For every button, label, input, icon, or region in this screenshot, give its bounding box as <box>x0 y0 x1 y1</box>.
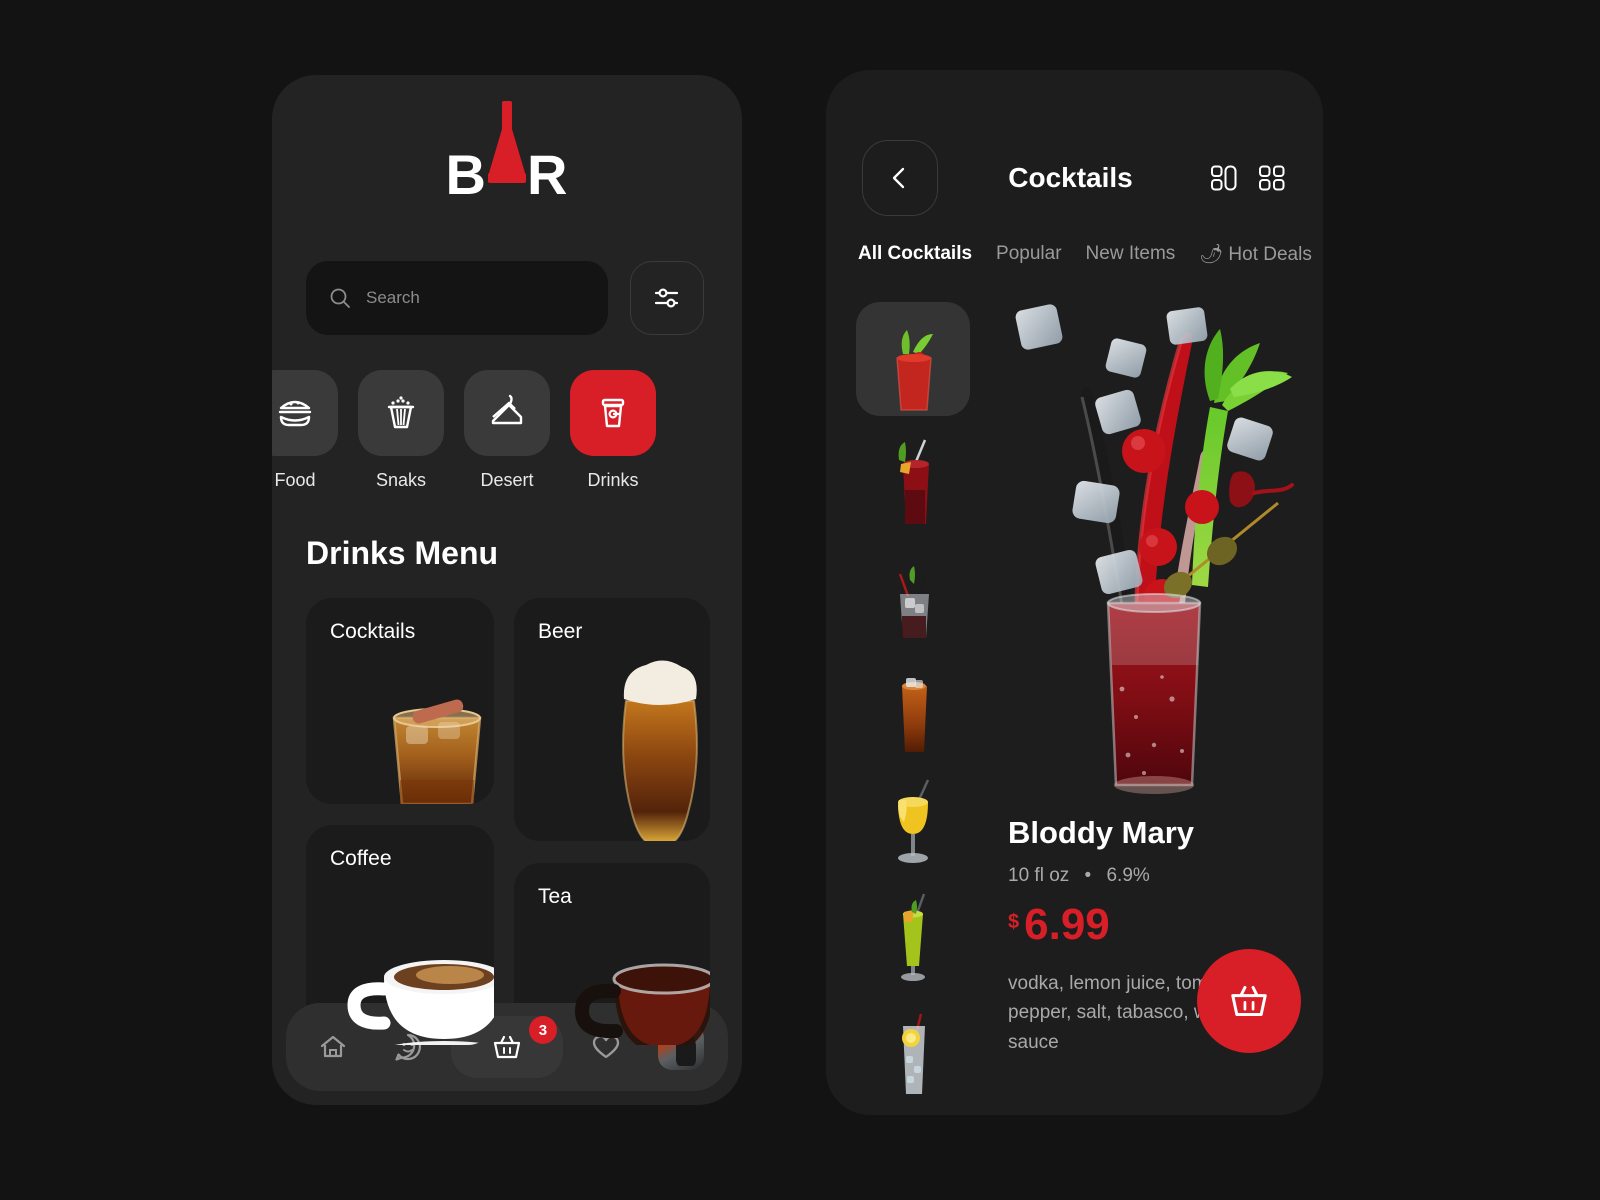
chili-pepper-icon: 🌶 <box>1199 244 1224 265</box>
thumbnail-cola-glass[interactable] <box>856 644 970 758</box>
page-title: Cocktails <box>1008 162 1133 193</box>
meta-separator: • <box>1084 865 1092 886</box>
add-to-cart-button[interactable] <box>1197 949 1301 1053</box>
menu-card-beer[interactable]: Beer <box>514 598 710 841</box>
thumbnail-green-tall[interactable] <box>856 872 970 986</box>
product-name: Bloddy Mary <box>1008 815 1195 850</box>
phone-right-screen: Cocktails All Cocktails Popular New Item… <box>826 70 1323 1115</box>
phone-left-screen: B A R Search <box>272 75 742 1105</box>
layout-view-icon[interactable] <box>1209 163 1239 193</box>
bloody-mary-thumb-image <box>896 330 933 411</box>
tab-popular[interactable]: Popular <box>996 243 1062 265</box>
beer-glass-image <box>622 660 698 841</box>
filter-tabs: All Cocktails Popular New Items 🌶 Hot Dea… <box>858 242 1323 266</box>
category-tab-food[interactable]: Food <box>272 370 338 491</box>
cola-glass-thumb-image <box>902 678 927 752</box>
category-label-food: Food <box>274 470 316 490</box>
lemon-soda-thumb-image <box>902 1013 925 1094</box>
price-amount: 6.99 <box>1024 900 1110 949</box>
logo-letter-r: R <box>527 143 569 206</box>
tab-new-items[interactable]: New Items <box>1086 243 1176 265</box>
tab-all-cocktails[interactable]: All Cocktails <box>858 243 972 265</box>
product-volume: 10 fl oz <box>1008 865 1070 886</box>
cake-icon <box>491 394 523 425</box>
category-tab-snaks[interactable]: Snaks <box>358 370 444 491</box>
filter-button[interactable] <box>630 261 704 335</box>
basket-icon <box>1231 985 1267 1017</box>
cup-icon <box>601 398 625 428</box>
red-highball-thumb-image <box>898 439 929 524</box>
view-toggle-group <box>1209 163 1287 193</box>
thumbnail-bloody-mary[interactable] <box>856 302 970 416</box>
menu-card-label: Tea <box>538 885 572 908</box>
category-label-snaks: Snaks <box>375 470 427 490</box>
back-button[interactable] <box>862 140 938 216</box>
app-logo: B A R <box>272 101 742 220</box>
menu-card-cocktails[interactable]: Cocktails <box>306 598 494 804</box>
menu-card-label: Cocktails <box>330 620 416 643</box>
product-price: $ 6.99 <box>1008 903 1308 947</box>
hero-product-image <box>986 285 1316 805</box>
thumbnail-lemon-soda[interactable] <box>856 986 970 1100</box>
tab-hot-deals-label: Hot Deals <box>1228 244 1312 265</box>
product-abv: 6.9% <box>1106 865 1150 886</box>
rocks-glass-thumb-image <box>898 566 930 638</box>
logo-letter-b: B <box>445 143 487 206</box>
thumbnail-strip <box>856 302 970 1100</box>
category-label-desert: Desert <box>480 470 534 490</box>
basket-icon <box>493 1035 521 1059</box>
burger-icon <box>278 400 312 427</box>
menu-card-label: Beer <box>538 620 583 643</box>
category-label-drinks: Drinks <box>587 470 639 490</box>
coffee-cup-image <box>347 960 494 1045</box>
sliders-icon <box>654 288 679 308</box>
popcorn-icon <box>387 396 415 429</box>
search-input[interactable]: Search <box>306 261 608 335</box>
category-tabs: Food Snaks Desert Drinks <box>272 370 742 491</box>
tea-cup-image <box>574 963 710 1045</box>
category-tab-desert[interactable]: Desert <box>464 370 550 491</box>
price-currency: $ <box>1008 911 1020 933</box>
cart-badge: 3 <box>528 1016 557 1044</box>
bloody-mary-splash-image <box>1015 304 1294 794</box>
product-meta: 10 fl oz • 6.9% <box>1008 865 1308 887</box>
search-placeholder: Search <box>366 288 420 307</box>
logo-letter-a: A <box>487 147 527 203</box>
thumbnail-rocks-glass[interactable] <box>856 530 970 644</box>
tab-hot-deals[interactable]: 🌶 Hot Deals <box>1199 242 1312 266</box>
yellow-goblet-thumb-image <box>898 779 930 863</box>
menu-card-label: Coffee <box>330 847 392 870</box>
chevron-left-icon <box>892 167 905 189</box>
thumbnail-red-highball[interactable] <box>856 416 970 530</box>
search-row: Search <box>306 261 704 335</box>
search-icon <box>330 288 350 308</box>
canvas: B A R Search <box>0 0 1600 1200</box>
category-tab-drinks[interactable]: Drinks <box>570 370 656 491</box>
thumbnail-yellow-goblet[interactable] <box>856 758 970 872</box>
page-title: Drinks Menu <box>306 535 499 571</box>
whiskey-glass-image <box>392 699 482 804</box>
detail-header: Cocktails <box>862 140 1287 216</box>
grid-view-icon[interactable] <box>1257 163 1287 193</box>
green-tall-thumb-image <box>901 893 926 981</box>
